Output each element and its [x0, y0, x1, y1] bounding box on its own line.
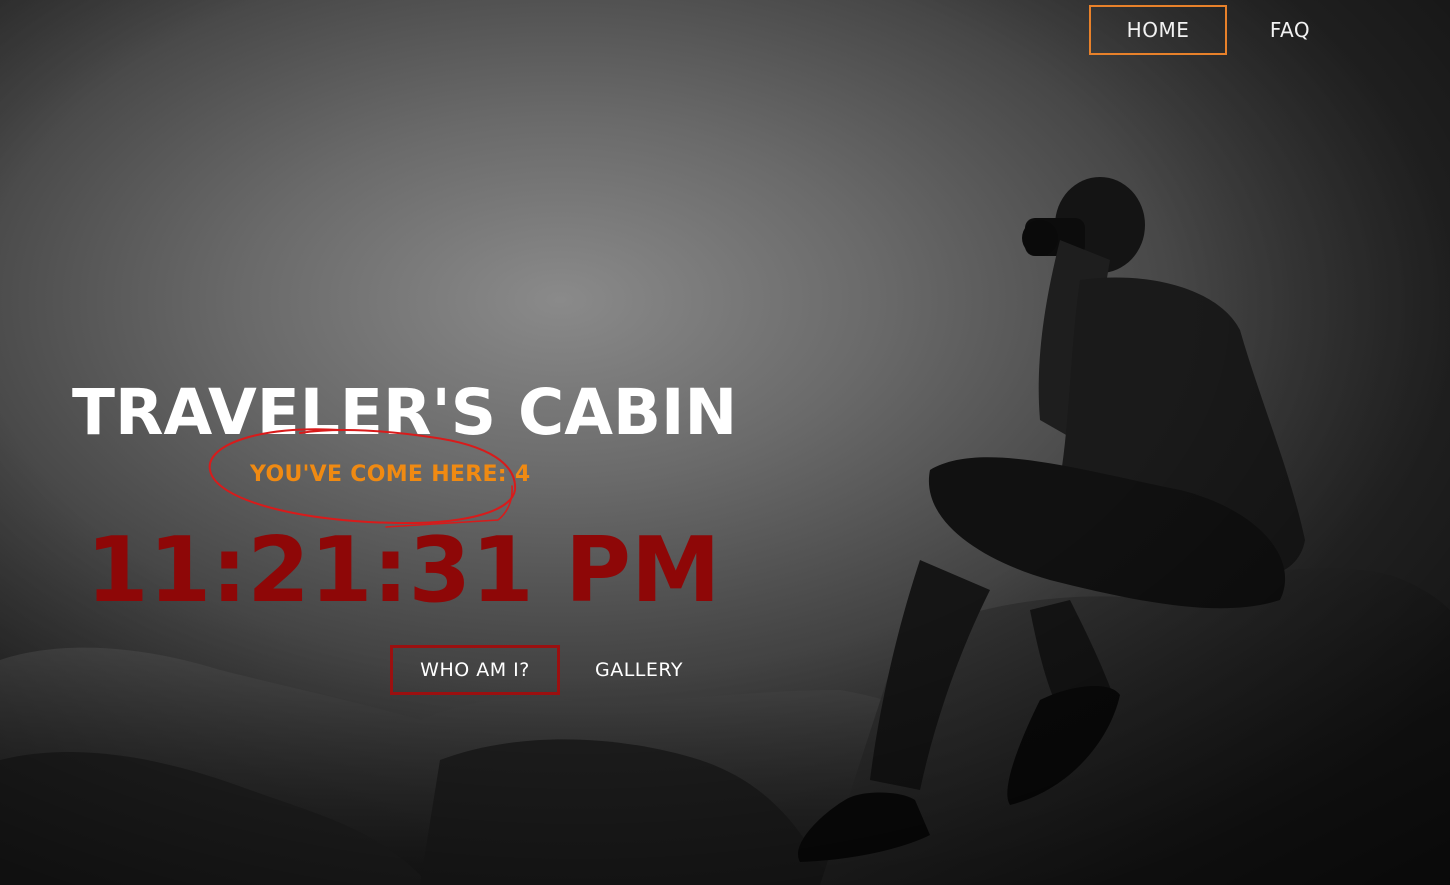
page-title: TRAVELER'S CABIN [72, 376, 738, 449]
nav-faq-button[interactable]: FAQ [1240, 5, 1340, 55]
hero-section: HOME FAQ TRAVELER'S CABIN YOU'VE COME HE… [0, 0, 1450, 885]
digital-clock: 11:21:31 PM [86, 518, 721, 623]
who-am-i-button[interactable]: WHO AM I? [390, 645, 560, 695]
visit-counter: YOU'VE COME HERE: 4 [250, 462, 531, 487]
nav-home-button[interactable]: HOME [1089, 5, 1227, 55]
gallery-button[interactable]: GALLERY [580, 645, 698, 695]
